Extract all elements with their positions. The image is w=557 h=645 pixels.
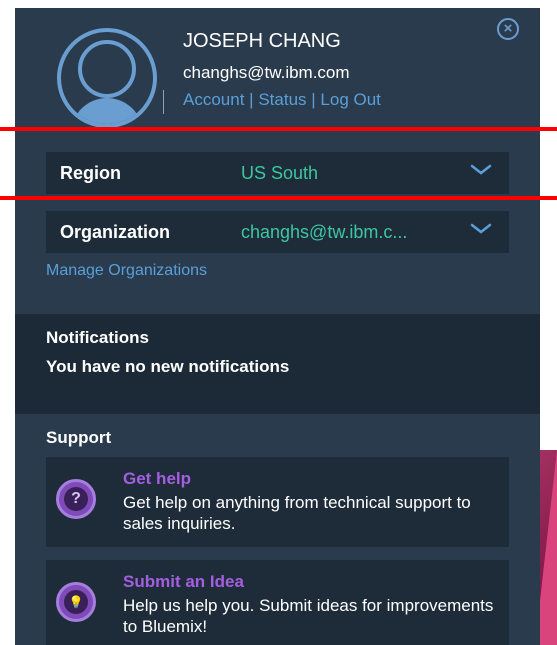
lightbulb-icon: 💡 [56,582,96,622]
submit-idea-card[interactable]: 💡 Submit an Idea Help us help you. Submi… [46,560,509,645]
notifications-title: Notifications [46,328,149,347]
get-help-card[interactable]: ? Get help Get help on anything from tec… [46,457,509,547]
divider [163,90,164,114]
avatar-head [78,40,136,98]
account-panel: JOSEPH CHANG changhs@tw.ibm.com Account … [15,8,540,645]
chevron-down-icon[interactable] [469,160,493,180]
organization-label: Organization [60,222,171,242]
notifications-section: Notifications You have no new notificati… [15,314,540,414]
user-name: JOSEPH CHANG [183,30,341,52]
organization-select[interactable]: Organization changhs@tw.ibm.c... [46,211,509,253]
user-email: changhs@tw.ibm.com [183,63,350,82]
avatar-body [71,98,143,124]
logout-link[interactable]: Log Out [320,90,381,109]
chevron-down-icon[interactable] [469,219,493,239]
region-label: Region [60,163,121,183]
region-select[interactable]: Region US South [46,152,509,194]
question-icon: ? [56,479,96,519]
close-icon[interactable]: × [497,18,519,40]
account-link[interactable]: Account [183,90,244,109]
highlight-line-bottom [0,196,557,200]
region-value: US South [241,163,319,183]
submit-idea-description: Help us help you. Submit ideas for impro… [123,596,494,636]
account-links: Account | Status | Log Out [183,90,381,110]
link-separator: | [311,90,316,109]
avatar [57,28,157,128]
highlight-line-top [0,127,557,131]
get-help-description: Get help on anything from technical supp… [123,493,471,533]
notifications-text: You have no new notifications [46,357,290,376]
organization-value: changhs@tw.ibm.c... [241,222,408,242]
manage-organizations-link[interactable]: Manage Organizations [46,262,207,280]
profile-section: JOSEPH CHANG changhs@tw.ibm.com Account … [15,8,540,128]
status-link[interactable]: Status [258,90,306,109]
link-separator: | [249,90,254,109]
submit-idea-title[interactable]: Submit an Idea [123,572,244,592]
get-help-title[interactable]: Get help [123,469,191,489]
support-title: Support [46,428,112,447]
